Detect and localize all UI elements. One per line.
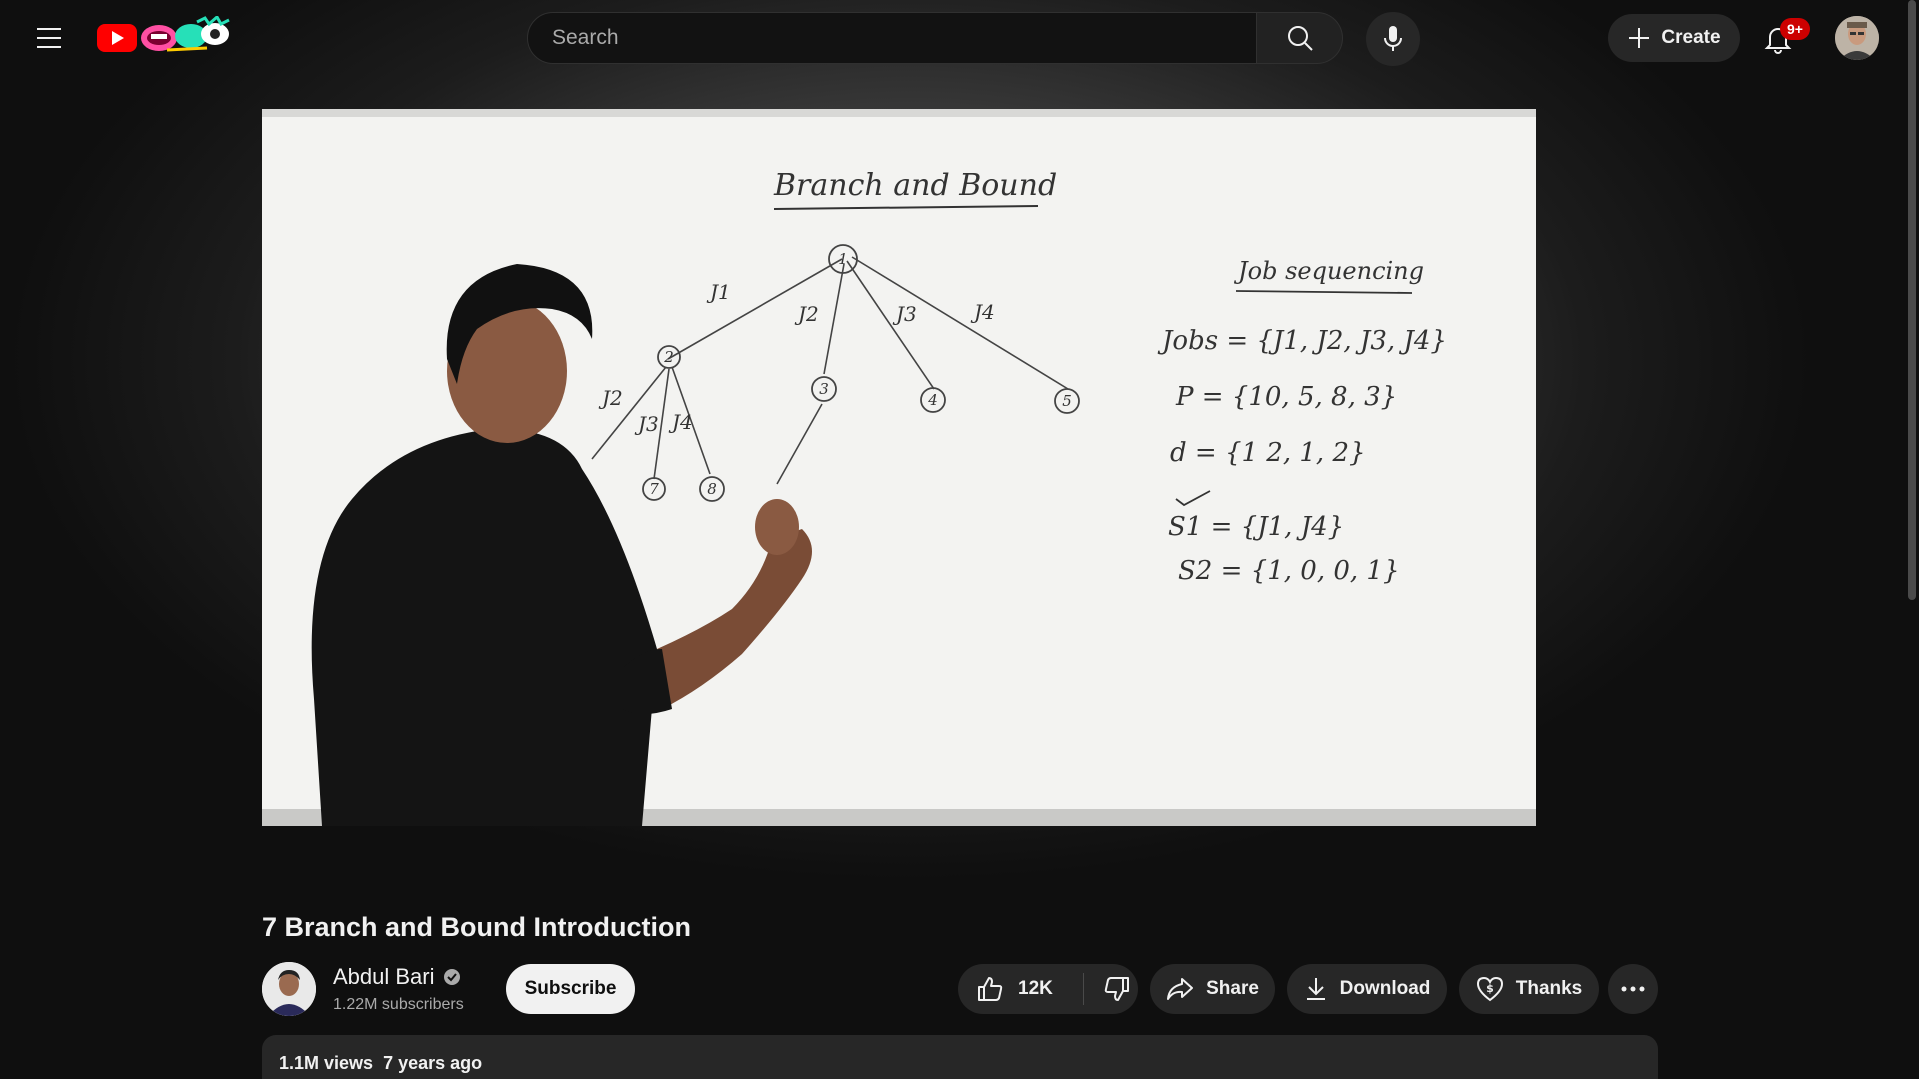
create-button[interactable]: Create <box>1608 14 1740 62</box>
node-label: 2 <box>663 348 674 366</box>
node-label: 5 <box>1062 392 1072 410</box>
channel-name[interactable]: Abdul Bari <box>333 964 435 990</box>
verified-icon <box>443 968 461 986</box>
upload-age: 7 years ago <box>383 1053 483 1073</box>
like-count: 12K <box>1018 978 1053 999</box>
more-actions-button[interactable] <box>1608 964 1658 1014</box>
share-label: Share <box>1206 978 1259 999</box>
edge-label: J1 <box>706 280 731 304</box>
description-box[interactable]: 1.1M views 7 years ago <box>262 1035 1658 1079</box>
subscriber-count: 1.22M subscribers <box>333 996 464 1013</box>
thanks-label: Thanks <box>1515 978 1583 999</box>
search-icon <box>1286 24 1314 52</box>
subscribe-button[interactable]: Subscribe <box>506 964 635 1014</box>
thanks-button[interactable]: $ Thanks <box>1459 964 1599 1014</box>
top-bar: Create 9+ <box>0 0 1919 76</box>
menu-icon[interactable] <box>28 18 70 58</box>
like-divider <box>1082 973 1084 1005</box>
profile-avatar[interactable] <box>1835 16 1879 60</box>
thumbs-down-icon <box>1103 975 1131 1003</box>
create-label: Create <box>1661 27 1721 48</box>
mic-icon <box>1382 25 1404 53</box>
channel-name-row: Abdul Bari <box>333 964 461 990</box>
edge-label: J3 <box>634 412 659 436</box>
board-heading: Branch and Bound <box>773 168 1057 203</box>
board-line: Jobs = {J1, J2, J3, J4} <box>1157 326 1447 356</box>
edge-label: J4 <box>668 410 693 434</box>
channel-avatar[interactable] <box>262 962 316 1016</box>
thumbs-up-icon <box>976 975 1004 1003</box>
board-line: S2 = {1, 0, 0, 1} <box>1178 556 1400 586</box>
node-label: 8 <box>707 480 717 498</box>
voice-search-button[interactable] <box>1366 12 1420 66</box>
view-count: 1.1M views <box>279 1053 374 1073</box>
edge-label: J2 <box>794 302 819 326</box>
search-input[interactable] <box>550 25 1234 51</box>
like-button[interactable]: 12K <box>958 964 1071 1014</box>
board-side-title: Job sequencing <box>1233 257 1424 285</box>
node-label: 3 <box>819 380 829 398</box>
node-label: 1 <box>838 250 848 268</box>
edge-label: J4 <box>970 300 995 324</box>
like-dislike-group: 12K <box>958 964 1138 1014</box>
svg-text:$: $ <box>1486 982 1494 995</box>
plus-icon <box>1627 26 1651 50</box>
search-button[interactable] <box>1257 12 1343 64</box>
description-meta: 1.1M views 7 years ago <box>279 1053 482 1074</box>
node-label: 7 <box>649 480 659 498</box>
video-title: 7 Branch and Bound Introduction <box>262 912 691 942</box>
node-label: 4 <box>927 391 938 409</box>
video-player[interactable]: Branch and Bound 1 2 3 4 5 7 8 J1 J2 J3 … <box>262 109 1536 826</box>
board-line: S1 = {J1, J4} <box>1168 512 1344 542</box>
video-frame: Branch and Bound 1 2 3 4 5 7 8 J1 J2 J3 … <box>262 109 1536 826</box>
edge-label: J2 <box>598 386 623 410</box>
search-bar <box>527 12 1257 64</box>
notification-badge: 9+ <box>1780 18 1810 40</box>
dislike-button[interactable] <box>1096 964 1138 1014</box>
download-label: Download <box>1339 978 1431 999</box>
download-button[interactable]: Download <box>1287 964 1447 1014</box>
share-icon <box>1166 976 1194 1002</box>
download-icon <box>1304 976 1328 1002</box>
more-dots-icon <box>1621 986 1645 992</box>
edge-label: J3 <box>892 302 917 326</box>
board-line: P = {10, 5, 8, 3} <box>1175 382 1397 412</box>
page-scrollbar[interactable] <box>1908 0 1916 600</box>
youtube-logo[interactable] <box>97 16 235 60</box>
board-line: d = {1 2, 1, 2} <box>1170 438 1366 468</box>
share-button[interactable]: Share <box>1150 964 1275 1014</box>
youtube-watch-page: Create 9+ Branch and Boun <box>0 0 1919 1079</box>
thanks-heart-icon: $ <box>1476 976 1504 1002</box>
